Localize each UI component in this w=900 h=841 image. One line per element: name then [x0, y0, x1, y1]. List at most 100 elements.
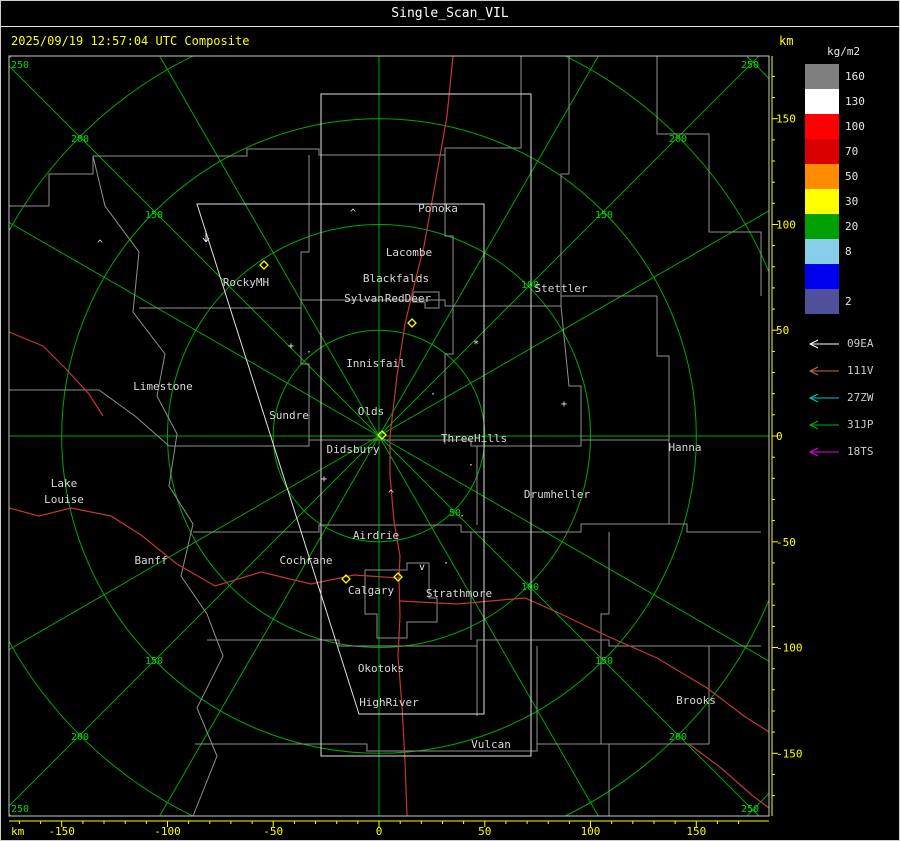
- y-axis-label: -50: [776, 536, 796, 549]
- storm-arrow-icon: [808, 393, 839, 402]
- legend-entry: [805, 264, 900, 289]
- city-label: Lake: [51, 477, 78, 490]
- x-axis-label: -150: [48, 825, 75, 838]
- km-unit-bottom-left: km: [11, 825, 25, 838]
- legend-entry: 50: [805, 164, 900, 189]
- map-point-marker: ·: [468, 460, 474, 471]
- legend-value-label: 8: [845, 245, 852, 258]
- legend-entry: 20: [805, 214, 900, 239]
- city-label: Sylvan: [344, 292, 384, 305]
- map-area: 50100100150 150150 150200 200200 200250 25025…: [9, 56, 769, 816]
- city-label: RedDeer: [385, 292, 432, 305]
- city-label: Limestone: [133, 380, 193, 393]
- legend-entry: 160: [805, 64, 900, 89]
- legend-entries: 160 130 100 70 50 30 20 8 2: [805, 64, 900, 314]
- city-label: Stettler: [535, 282, 588, 295]
- legend-value-label: 160: [845, 70, 865, 83]
- map-point-marker: ·: [306, 347, 312, 358]
- y-axis-label: 0: [776, 430, 783, 443]
- legend-color-swatch: [805, 189, 839, 214]
- radar-arrow-entry: 09EA: [805, 330, 900, 357]
- range-ring-label: 250: [11, 804, 29, 815]
- map-point-marker: ·: [430, 389, 436, 400]
- y-axis-label: 150: [776, 113, 796, 126]
- range-ring-label: 150: [595, 210, 613, 221]
- legend-value-label: 30: [845, 195, 859, 208]
- map-point-marker: ^: [97, 239, 103, 250]
- legend-value-label: 50: [845, 170, 859, 183]
- city-label: Airdrie: [353, 529, 399, 542]
- city-label: Innisfail: [346, 357, 406, 370]
- legend-unit-label: kg/m2: [827, 45, 861, 58]
- y-axis-label: 100: [776, 219, 796, 232]
- legend-color-swatch: [805, 89, 839, 114]
- city-label: ThreeHills: [441, 432, 507, 445]
- map-point-marker: v: [419, 562, 425, 573]
- legend-color-swatch: [805, 114, 839, 139]
- map-point-marker: +: [321, 474, 327, 485]
- radar-id-label: 18TS: [847, 445, 874, 458]
- legend-color-swatch: [805, 139, 839, 164]
- range-ring-label: 100: [521, 582, 539, 593]
- legend-color-swatch: [805, 164, 839, 189]
- radar-map: 50 100 100 150 150 150 150 200 200 200 200 250 250 25…: [8, 55, 803, 838]
- legend-value-label: 130: [845, 95, 865, 108]
- storm-arrow-icon: [808, 447, 839, 456]
- legend-value-label: 70: [845, 145, 859, 158]
- range-ring-label: 200: [71, 134, 89, 145]
- storm-arrow-icon: [808, 366, 839, 375]
- y-axis-label: 50: [776, 324, 789, 337]
- city-label: Strathmore: [426, 587, 492, 600]
- city-label: Banff: [134, 554, 167, 567]
- x-axis-label: 150: [686, 825, 706, 838]
- radar-arrow-entry: 31JP: [805, 411, 900, 438]
- range-ring-label: 250: [11, 60, 29, 71]
- map-point-marker: ^: [388, 489, 394, 500]
- x-axis-label: 100: [581, 825, 601, 838]
- storm-arrow-icon: [808, 339, 839, 348]
- map-point-marker: +: [561, 399, 567, 410]
- range-ring-label: 150: [145, 210, 163, 221]
- city-label: Ponoka: [418, 202, 458, 215]
- city-label: RockyMH: [223, 276, 269, 289]
- storm-arrow-icon: [808, 420, 839, 429]
- city-label: Vulcan: [471, 738, 511, 751]
- city-label: Hanna: [668, 441, 701, 454]
- legend-entry: 70: [805, 139, 900, 164]
- x-axis-label: 0: [376, 825, 383, 838]
- radar-id-label: 27ZW: [847, 391, 874, 404]
- legend-color-swatch: [805, 214, 839, 239]
- legend-value-label: 2: [845, 295, 852, 308]
- legend-color-swatch: [805, 289, 839, 314]
- legend-entry: 100: [805, 114, 900, 139]
- city-label: Louise: [44, 493, 84, 506]
- city-label: Drumheller: [524, 488, 591, 501]
- radar-arrow-entry: 111V: [805, 357, 900, 384]
- radar-arrow-entry: 27ZW: [805, 384, 900, 411]
- range-ring-label: 250: [741, 60, 759, 71]
- legend-color-swatch: [805, 264, 839, 289]
- city-label: Okotoks: [358, 662, 404, 675]
- map-point-marker: +: [288, 341, 294, 352]
- map-point-marker: ^: [350, 208, 356, 219]
- legend-value-label: 20: [845, 220, 859, 233]
- legend-entry: 2: [805, 289, 900, 314]
- legend-entry: 8: [805, 239, 900, 264]
- legend-entry: 30: [805, 189, 900, 214]
- legend-color-swatch: [805, 64, 839, 89]
- y-axis-label: -150: [776, 747, 803, 760]
- map-point-marker: ·: [443, 558, 449, 569]
- city-label: Sundre: [269, 409, 309, 422]
- radar-id-label: 31JP: [847, 418, 874, 431]
- radar-id-label: 09EA: [847, 337, 874, 350]
- range-ring-label: 150: [595, 656, 613, 667]
- legend-entry: 130: [805, 89, 900, 114]
- map-point-marker: ·: [459, 511, 465, 522]
- x-axis-label: -50: [263, 825, 283, 838]
- x-axis-label: 50: [478, 825, 491, 838]
- y-axis-label: -100: [776, 642, 803, 655]
- range-ring-label: 200: [669, 134, 687, 145]
- city-label: Calgary: [348, 584, 395, 597]
- legend-value-label: 100: [845, 120, 865, 133]
- radar-arrow-entry: 18TS: [805, 438, 900, 465]
